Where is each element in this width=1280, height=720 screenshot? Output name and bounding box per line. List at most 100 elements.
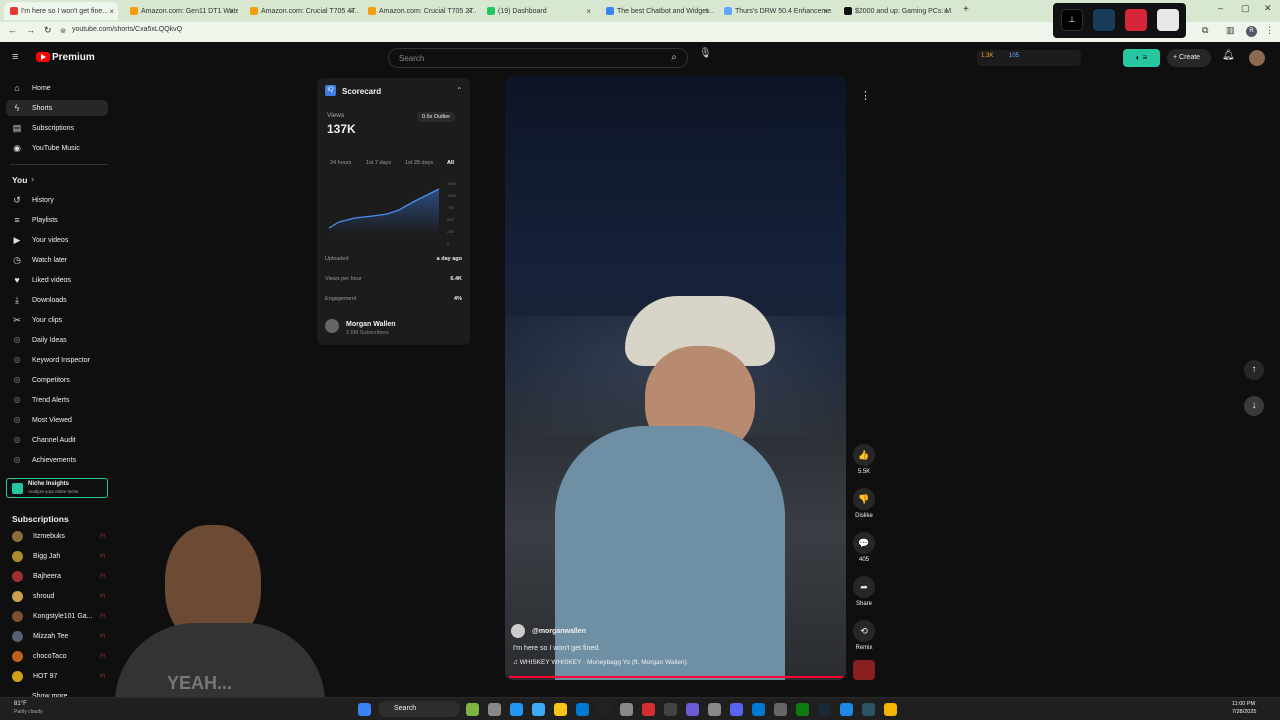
tab-close-icon[interactable]: × — [705, 7, 710, 16]
subscription-item[interactable]: Mizzah Tee (•) — [6, 628, 108, 644]
video-sound[interactable]: ♫ WHISKEY WHISKEY · Moneybagg Yo (ft. Mo… — [513, 659, 687, 666]
url-field[interactable]: youtube.com/shorts/Cxa5xLQQkvQ — [72, 26, 182, 33]
sidebar-item-subscriptions[interactable]: ▤ Subscriptions — [6, 120, 108, 136]
ext-character-3-icon[interactable] — [1157, 9, 1179, 31]
clock-date[interactable]: 7/28/2025 — [1232, 709, 1256, 715]
channel-name[interactable]: Morgan Wallen — [346, 321, 396, 328]
taskbar-app-icon[interactable] — [576, 703, 589, 716]
taskbar-app-icon[interactable] — [862, 703, 875, 716]
taskbar-app-icon[interactable] — [686, 703, 699, 716]
taskbar-app-icon[interactable] — [642, 703, 655, 716]
subscription-item[interactable]: Bigg Jah (•) — [6, 548, 108, 564]
browser-tab[interactable]: (19) Dashboard × — [481, 2, 595, 20]
sidebar-icon[interactable]: ▥ — [1226, 25, 1235, 36]
niche-insights-button[interactable]: Niche Insights Analyze your entire niche — [6, 478, 108, 498]
video-channel-avatar[interactable] — [511, 624, 525, 638]
tab-close-icon[interactable]: × — [229, 7, 234, 16]
sidebar-tool-daily-ideas[interactable]: ◎ Daily Ideas — [6, 332, 108, 348]
weather-temp[interactable]: 81°F — [14, 701, 27, 707]
sidebar-item-liked-videos[interactable]: ♥ Liked videos — [6, 272, 108, 288]
next-short-button[interactable]: ↓ — [1244, 396, 1264, 416]
sidebar-tool-keyword-inspector[interactable]: ◎ Keyword Inspector — [6, 352, 108, 368]
sidebar-item-home[interactable]: ⌂ Home — [6, 80, 108, 96]
subscription-item[interactable]: shroud (•) — [6, 588, 108, 604]
vidiq-button[interactable]: ◐ ≡ — [1123, 49, 1160, 67]
tab-close-icon[interactable]: × — [823, 7, 828, 16]
tab-close-icon[interactable]: × — [467, 7, 472, 16]
sidebar-item-watch-later[interactable]: ◷ Watch later — [6, 252, 108, 268]
tab-close-icon[interactable]: × — [586, 7, 591, 16]
taskbar-app-icon[interactable] — [840, 703, 853, 716]
taskbar-app-icon[interactable] — [488, 703, 501, 716]
account-avatar[interactable] — [1249, 50, 1265, 66]
taskbar-app-icon[interactable] — [532, 703, 545, 716]
range-tab-1st-7-days[interactable]: 1st 7 days — [366, 160, 391, 166]
range-tab-24-hours[interactable]: 24 hours — [330, 160, 351, 166]
browser-tab[interactable]: Thurs's DRW 50.4 Enhanceme... × — [718, 2, 832, 20]
taskbar-app-icon[interactable] — [598, 703, 611, 716]
start-icon[interactable] — [358, 703, 371, 716]
taskbar-app-icon[interactable] — [730, 703, 743, 716]
extensions-icon[interactable]: ⧉ — [1202, 25, 1208, 36]
ext-character-2-icon[interactable] — [1125, 9, 1147, 31]
mic-icon[interactable]: 🎙 — [699, 48, 717, 68]
clock-time[interactable]: 11:00 PM — [1232, 701, 1255, 707]
comments-button[interactable]: 💬 405 — [851, 532, 877, 563]
tab-close-icon[interactable]: × — [349, 7, 354, 16]
tab-close-icon[interactable]: × — [943, 7, 948, 16]
sidebar-item-your-videos[interactable]: ▶ Your videos — [6, 232, 108, 248]
new-tab-button[interactable]: + — [963, 4, 969, 15]
shorts-video-player[interactable]: @morganwallen I'm here so I won't get fi… — [505, 76, 846, 680]
sidebar-tool-competitors[interactable]: ◎ Competitors — [6, 372, 108, 388]
tab-close-icon[interactable]: × — [109, 7, 114, 16]
youtube-logo-icon[interactable] — [36, 52, 50, 62]
video-channel-handle[interactable]: @morganwallen — [532, 628, 586, 635]
site-info-icon[interactable]: ⊜ — [60, 27, 66, 35]
taskbar-app-icon[interactable] — [752, 703, 765, 716]
search-icon[interactable]: ⌕ — [660, 48, 688, 68]
share-button[interactable]: ➦ Share — [851, 576, 877, 607]
create-button[interactable]: + Create — [1167, 49, 1211, 67]
notifications-icon[interactable]: 🔔︎ — [1222, 50, 1235, 61]
browser-tab[interactable]: I'm here so I won't get fine... × — [4, 2, 118, 20]
taskbar-app-icon[interactable] — [620, 703, 633, 716]
sidebar-tool-trend-alerts[interactable]: ◎ Trend Alerts — [6, 392, 108, 408]
logo-text[interactable]: Premium — [52, 52, 95, 63]
forward-icon[interactable]: → — [26, 25, 35, 35]
dislike-button[interactable]: 👎 Dislike — [851, 488, 877, 519]
subscription-item[interactable]: Itzmebuks (•) — [6, 528, 108, 544]
sidebar-tool-channel-audit[interactable]: ◎ Channel Audit — [6, 432, 108, 448]
ext-character-1-icon[interactable] — [1093, 9, 1115, 31]
range-tab-all[interactable]: All — [447, 160, 454, 166]
browser-tab[interactable]: Amazon.com: Crucial T705 2T... × — [362, 2, 476, 20]
hamburger-menu-icon[interactable]: ≡ — [12, 51, 18, 63]
taskbar-app-icon[interactable] — [818, 703, 831, 716]
vidiq-stats-bar[interactable]: 1.3K 105 — [977, 50, 1081, 66]
subscription-item[interactable]: chocoTaco (•) — [6, 648, 108, 664]
sidebar-item-youtube-music[interactable]: ◉ YouTube Music — [6, 140, 108, 156]
progress-bar[interactable] — [509, 676, 843, 678]
sidebar-item-downloads[interactable]: ⤓ Downloads — [6, 292, 108, 308]
back-icon[interactable]: ← — [8, 25, 17, 35]
subscription-item[interactable]: HOT 97 (•) — [6, 668, 108, 684]
sidebar-item-playlists[interactable]: ≡ Playlists — [6, 212, 108, 228]
taskbar-app-icon[interactable] — [796, 703, 809, 716]
reload-icon[interactable]: ↻ — [44, 25, 52, 36]
taskbar-app-icon[interactable] — [884, 703, 897, 716]
browser-tab[interactable]: Amazon.com: Crucial T705 4T... × — [244, 2, 358, 20]
taskbar-app-icon[interactable] — [554, 703, 567, 716]
sound-thumbnail[interactable] — [853, 660, 875, 680]
range-tab-1st-28-days[interactable]: 1st 28 days — [405, 160, 433, 166]
channel-avatar[interactable] — [325, 319, 339, 333]
sidebar-item-history[interactable]: ↺ History — [6, 192, 108, 208]
taskbar-app-icon[interactable] — [510, 703, 523, 716]
profile-avatar[interactable]: R — [1246, 26, 1257, 37]
sidebar-item-shorts[interactable]: ϟ Shorts — [6, 100, 108, 116]
menu-icon[interactable]: ⋮ — [1265, 25, 1274, 36]
search-input[interactable]: Search — [388, 48, 688, 68]
previous-short-button[interactable]: ↑ — [1244, 360, 1264, 380]
sidebar-tool-most-viewed[interactable]: ◎ Most Viewed — [6, 412, 108, 428]
minimize-button[interactable]: – — [1218, 3, 1223, 13]
taskbar-app-icon[interactable] — [664, 703, 677, 716]
you-section-heading[interactable]: You — [12, 175, 27, 185]
